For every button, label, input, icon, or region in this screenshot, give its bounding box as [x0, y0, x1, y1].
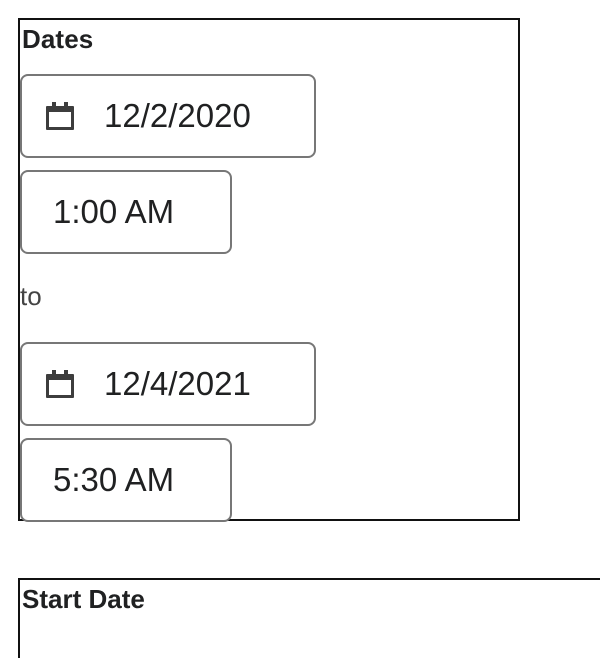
end-date-field[interactable]: 12/4/2021 — [20, 342, 316, 426]
start-time-field[interactable]: 1:00 AM — [20, 170, 232, 254]
end-time-field[interactable]: 5:30 AM — [20, 438, 232, 522]
date-range-connector: to — [20, 281, 42, 311]
dates-panel: Dates 12/2/2020 1:00 AM to 12/4/2021 5:3… — [18, 18, 520, 522]
start-date-field[interactable]: 12/2/2020 — [20, 74, 316, 158]
dates-title: Dates — [22, 24, 94, 54]
start-date-title: Start Date — [22, 584, 145, 614]
end-time-value: 5:30 AM — [53, 461, 175, 498]
calendar-icon — [46, 370, 74, 398]
start-date-value: 12/2/2020 — [104, 97, 251, 134]
calendar-icon — [46, 102, 74, 130]
end-date-value: 12/4/2021 — [104, 365, 251, 402]
start-date-panel: Start Date — [18, 578, 600, 658]
start-time-value: 1:00 AM — [53, 193, 175, 230]
